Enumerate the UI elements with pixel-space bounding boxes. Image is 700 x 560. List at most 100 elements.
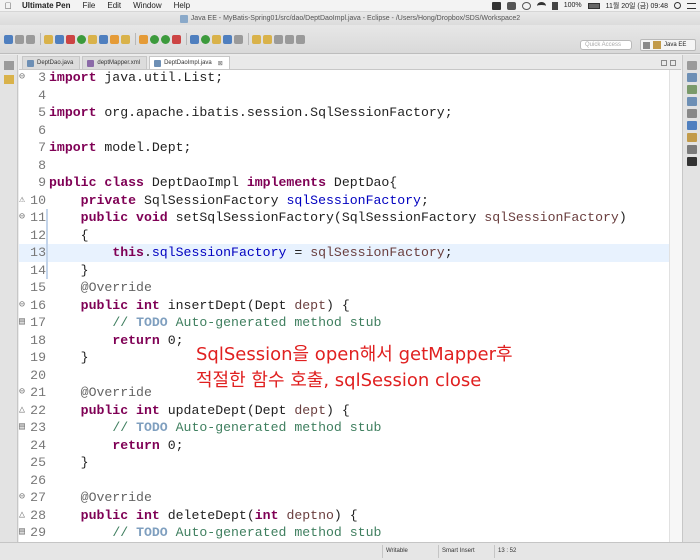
code-line[interactable]: 12 {: [19, 227, 669, 245]
snippets-icon[interactable]: [687, 145, 697, 154]
code-editor[interactable]: ⊖ 3 import java.util.List; 4 5 import org.apa…: [19, 70, 682, 542]
run-icon[interactable]: [150, 34, 159, 44]
menubar-clock[interactable]: 11월 20일 (금) 09:48: [606, 1, 668, 11]
save-all-icon[interactable]: [26, 34, 35, 44]
bug-icon[interactable]: [139, 34, 148, 44]
forward-icon[interactable]: [296, 34, 305, 44]
fold-range-marker: [46, 209, 48, 279]
code-line[interactable]: △ 22 public int updateDept(Dept dept) {: [19, 402, 669, 420]
menu-edit[interactable]: Edit: [101, 1, 127, 10]
time-machine-icon[interactable]: [521, 1, 531, 10]
maximize-icon[interactable]: [670, 60, 676, 66]
code-line[interactable]: 6: [19, 122, 669, 140]
back-icon[interactable]: [285, 34, 294, 44]
code-line[interactable]: △ 28 public int deleteDept(int deptno) {: [19, 507, 669, 525]
outline-icon[interactable]: [687, 73, 697, 82]
new-java-package-icon[interactable]: [190, 34, 199, 44]
external-tools-icon[interactable]: [172, 34, 181, 44]
code-line[interactable]: 15 @Override: [19, 279, 669, 297]
code-line[interactable]: 7 import model.Dept;: [19, 139, 669, 157]
code-text: public int updateDept(Dept dept) {: [80, 402, 350, 418]
last-edit-icon[interactable]: [274, 34, 283, 44]
overview-ruler[interactable]: [669, 70, 682, 542]
toolbar-separator: [135, 33, 136, 45]
project-explorer-icon[interactable]: [4, 75, 14, 84]
stop-icon[interactable]: [66, 34, 75, 44]
minimize-icon[interactable]: [661, 60, 667, 66]
code-line[interactable]: 14 }: [19, 262, 669, 280]
code-line[interactable]: 25 }: [19, 454, 669, 472]
code-line[interactable]: ▤ 23 // TODO Auto-generated method stub: [19, 419, 669, 437]
menu-file[interactable]: File: [76, 1, 101, 10]
open-perspective-icon[interactable]: [643, 41, 650, 49]
volume-icon[interactable]: [551, 1, 558, 10]
prev-annotation-icon[interactable]: [263, 34, 272, 44]
quick-access-input[interactable]: Quick Access: [580, 40, 632, 50]
data-source-icon[interactable]: [687, 133, 697, 142]
code-line[interactable]: ⚠ 10 private SqlSessionFactory sqlSession…: [19, 192, 669, 210]
code-line[interactable]: 13 this.sqlSessionFactory = sqlSessionFa…: [19, 244, 669, 262]
dropbox-icon[interactable]: [506, 1, 516, 10]
code-line[interactable]: ▤ 29 // TODO Auto-generated method stub: [19, 524, 669, 542]
code-text: public void setSqlSessionFactory(SqlSess…: [80, 210, 627, 225]
writable-status: Writable: [382, 545, 436, 558]
perspective-switcher[interactable]: Java EE: [640, 39, 696, 51]
console-icon[interactable]: [687, 157, 697, 166]
package-icon[interactable]: [88, 34, 97, 44]
code-line[interactable]: 9 public class DeptDaoImpl implements Dep…: [19, 174, 669, 192]
restore-right-view-icon[interactable]: [687, 61, 697, 70]
wifi-icon[interactable]: [536, 1, 546, 10]
code-text: public int insertDept(Dept dept) {: [80, 297, 350, 313]
tab-deptmapper-xml[interactable]: deptMapper.xml: [82, 56, 148, 69]
code-line[interactable]: 24 return 0;: [19, 437, 669, 455]
next-annotation-icon[interactable]: [252, 34, 261, 44]
new-icon[interactable]: [4, 34, 13, 44]
close-tab-icon[interactable]: ⊠: [218, 60, 223, 67]
status-app-icon[interactable]: [491, 1, 501, 10]
server-icon[interactable]: [55, 34, 64, 44]
notification-center-icon[interactable]: [687, 2, 696, 9]
line-number: 10: [30, 192, 46, 208]
code-line[interactable]: ⊖ 16 public int insertDept(Dept dept) {: [19, 297, 669, 315]
code-line[interactable]: 26: [19, 472, 669, 490]
code-line[interactable]: ⊖ 11 public void setSqlSessionFactory(Sql…: [19, 209, 669, 227]
spotlight-icon[interactable]: [674, 2, 681, 9]
code-text: }: [49, 350, 89, 365]
tab-deptdao-java[interactable]: DeptDao.java: [22, 56, 81, 69]
code-line[interactable]: ▤ 17 // TODO Auto-generated method stub: [19, 314, 669, 332]
servers-icon[interactable]: [687, 121, 697, 130]
save-icon[interactable]: [15, 34, 24, 44]
run-as-icon[interactable]: [161, 34, 170, 44]
menu-app-name[interactable]: Ultimate Pen: [16, 1, 76, 10]
code-line[interactable]: 4: [19, 87, 669, 105]
new-java-class-icon[interactable]: [201, 34, 210, 44]
debug-icon[interactable]: [77, 34, 86, 44]
status-bar: Writable Smart Insert 13 : 52: [0, 542, 700, 560]
line-number: 17: [30, 315, 46, 330]
build-icon[interactable]: [44, 34, 53, 44]
open-type-icon[interactable]: [212, 34, 221, 44]
status-menus: 100% 11월 20일 (금) 09:48: [491, 1, 700, 11]
menu-help[interactable]: Help: [168, 1, 196, 10]
battery-icon[interactable]: [587, 2, 600, 9]
open-task-icon[interactable]: [223, 34, 232, 44]
deploy-icon[interactable]: [99, 34, 108, 44]
code-line[interactable]: 8: [19, 157, 669, 175]
code-line[interactable]: ⊖ 27 @Override: [19, 489, 669, 507]
code-text: public int deleteDept(int deptno) {: [80, 507, 358, 523]
task-list-icon[interactable]: [687, 85, 697, 94]
web-service-icon[interactable]: [110, 34, 119, 44]
tab-deptdaoimpl-java[interactable]: DeptDaoImpl.java ⊠: [149, 56, 230, 69]
properties-icon[interactable]: [687, 109, 697, 118]
code-line[interactable]: 5 import org.apache.ibatis.session.SqlSes…: [19, 104, 669, 122]
restore-view-icon[interactable]: [4, 61, 14, 70]
markers-icon[interactable]: [687, 97, 697, 106]
tab-label: deptMapper.xml: [97, 60, 141, 66]
apple-menu-icon[interactable]: : [0, 1, 16, 11]
code-line[interactable]: ⊖ 3 import java.util.List;: [19, 70, 669, 87]
code-text: {: [49, 227, 89, 243]
menu-window[interactable]: Window: [127, 1, 167, 10]
search-icon[interactable]: [234, 34, 243, 44]
new-class-icon[interactable]: [121, 34, 130, 44]
line-number: 3: [38, 70, 46, 85]
